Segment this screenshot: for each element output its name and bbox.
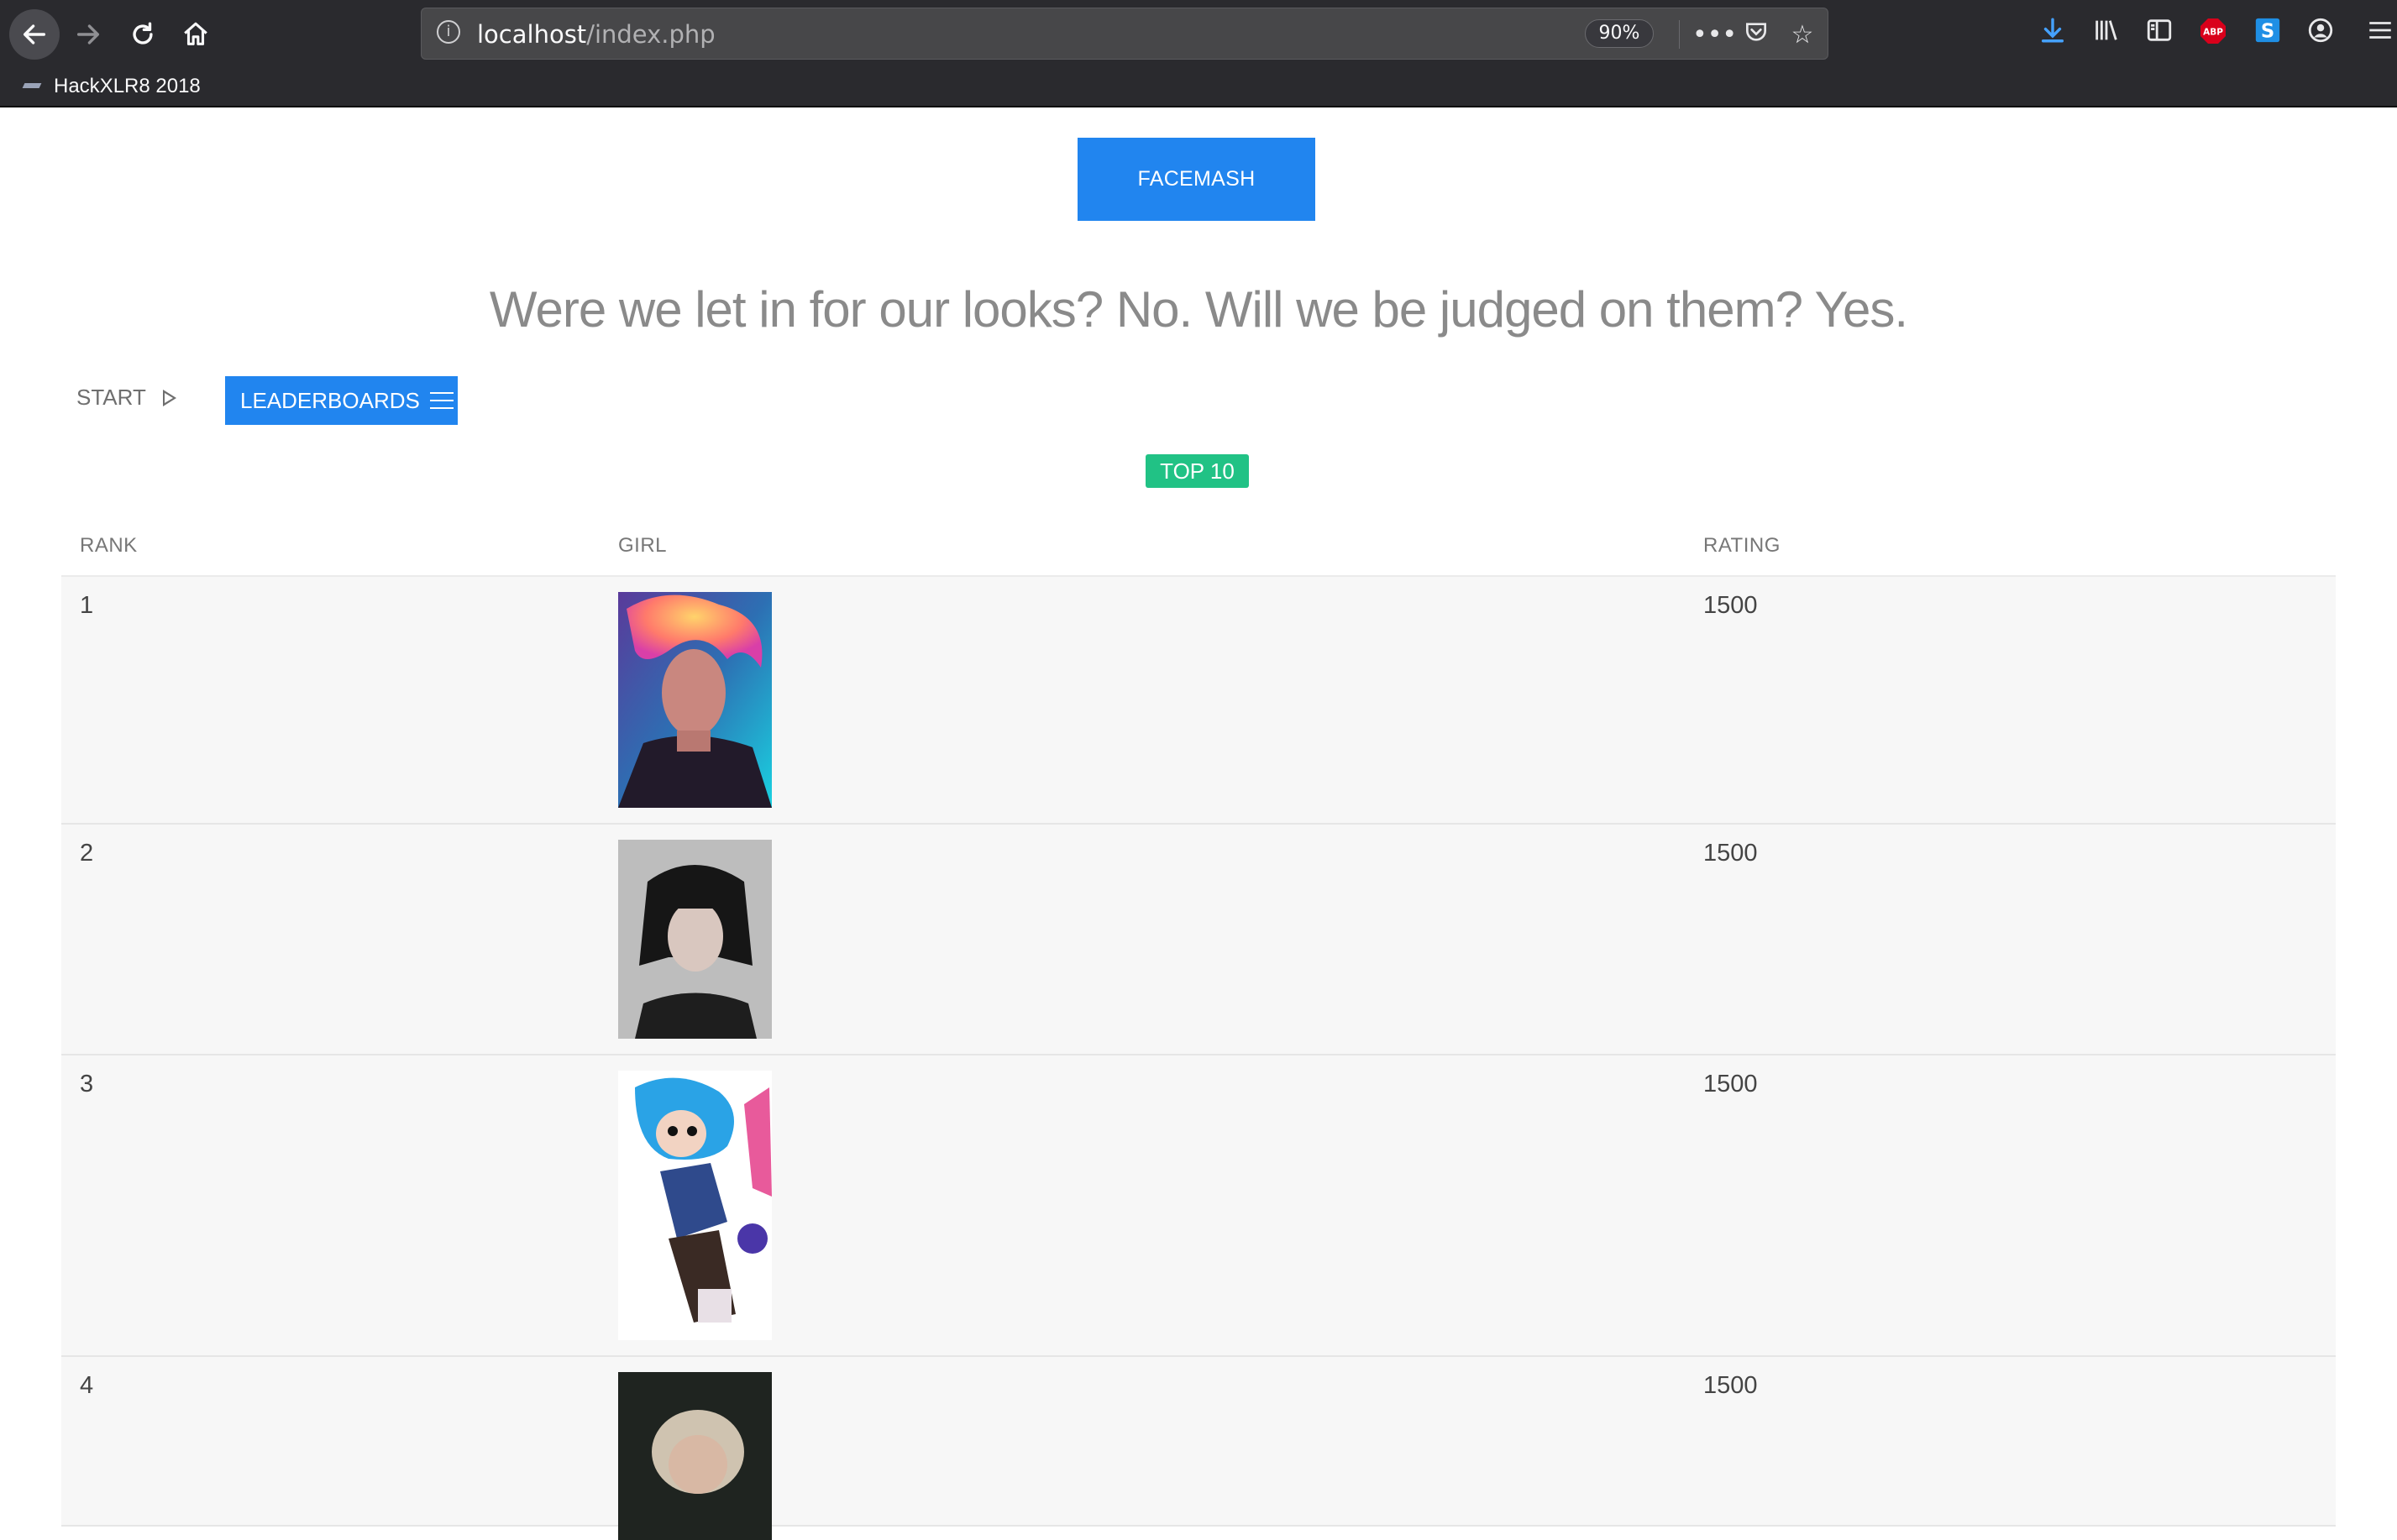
menu-icon[interactable] <box>2362 16 2397 53</box>
table-row: 3 1500 <box>61 1055 2336 1357</box>
forward-button[interactable] <box>63 9 113 60</box>
url-text[interactable]: localhost/index.php <box>477 20 716 49</box>
more-icon[interactable]: ••• <box>1692 18 1737 52</box>
leaderboard-table: RANK GIRL RATING 1 1500 2 1500 3 1500 4 … <box>61 519 2336 1540</box>
pocket-icon[interactable] <box>1739 18 1773 52</box>
facemash-button[interactable]: FACEMASH <box>1078 138 1315 221</box>
rank-cell: 1 <box>80 592 94 619</box>
toolbar-divider <box>0 106 2397 107</box>
info-icon[interactable]: i <box>437 20 460 44</box>
header-rank: RANK <box>80 534 138 557</box>
rating-cell: 1500 <box>1703 840 1758 867</box>
home-icon <box>184 22 207 45</box>
url-path: /index.php <box>586 20 716 49</box>
star-icon[interactable]: ☆ <box>1786 18 1819 52</box>
account-icon[interactable] <box>2302 16 2339 53</box>
forward-icon <box>76 24 100 45</box>
play-icon <box>162 389 176 406</box>
bookmark-favicon-icon <box>24 80 42 93</box>
bookmark-item[interactable]: HackXLR8 2018 <box>24 74 201 99</box>
reload-button[interactable] <box>118 9 168 60</box>
back-icon <box>23 24 46 45</box>
girl-photo[interactable] <box>618 1071 772 1340</box>
adblock-icon[interactable]: ABP <box>2195 16 2232 53</box>
s-extension-icon[interactable]: S <box>2249 16 2286 53</box>
table-row: 2 1500 <box>61 825 2336 1055</box>
url-separator <box>1679 20 1680 49</box>
reload-icon <box>133 22 153 45</box>
girl-photo[interactable] <box>618 592 772 808</box>
header-girl: GIRL <box>618 534 668 557</box>
svg-text:ABP: ABP <box>2203 28 2223 38</box>
start-label: START <box>76 385 146 410</box>
leaderboards-button[interactable]: LEADERBOARDS <box>225 376 458 425</box>
home-button[interactable] <box>170 9 221 60</box>
hamburger-icon <box>429 392 454 409</box>
svg-text:S: S <box>2261 21 2274 43</box>
download-icon[interactable] <box>2034 16 2071 53</box>
sidebar-icon[interactable] <box>2141 16 2178 53</box>
url-host: localhost <box>477 20 587 49</box>
girl-photo[interactable] <box>618 1372 772 1540</box>
tagline: Were we let in for our looks? No. Will w… <box>489 281 1908 338</box>
table-row: 1 1500 <box>61 577 2336 825</box>
rating-cell: 1500 <box>1703 592 1758 619</box>
table-header: RANK GIRL RATING <box>61 519 2336 577</box>
rank-cell: 3 <box>80 1071 94 1097</box>
zoom-indicator[interactable]: 90% <box>1585 19 1654 48</box>
top10-badge: TOP 10 <box>1146 454 1249 488</box>
url-bar[interactable]: i localhost/index.php 90% ••• ☆ <box>421 8 1828 60</box>
rating-cell: 1500 <box>1703 1372 1758 1399</box>
library-icon[interactable] <box>2088 16 2125 53</box>
back-button[interactable] <box>9 9 60 60</box>
rank-cell: 2 <box>80 840 94 867</box>
rank-cell: 4 <box>80 1372 94 1399</box>
browser-toolbar: i localhost/index.php 90% ••• ☆ ABP S Ha… <box>0 0 2397 107</box>
bookmark-label: HackXLR8 2018 <box>54 75 201 97</box>
table-row: 4 1500 <box>61 1357 2336 1540</box>
leaderboards-label: LEADERBOARDS <box>240 387 420 413</box>
rating-cell: 1500 <box>1703 1071 1758 1097</box>
girl-photo[interactable] <box>618 840 772 1039</box>
header-rating: RATING <box>1703 534 1781 557</box>
start-button[interactable]: START <box>76 385 176 411</box>
